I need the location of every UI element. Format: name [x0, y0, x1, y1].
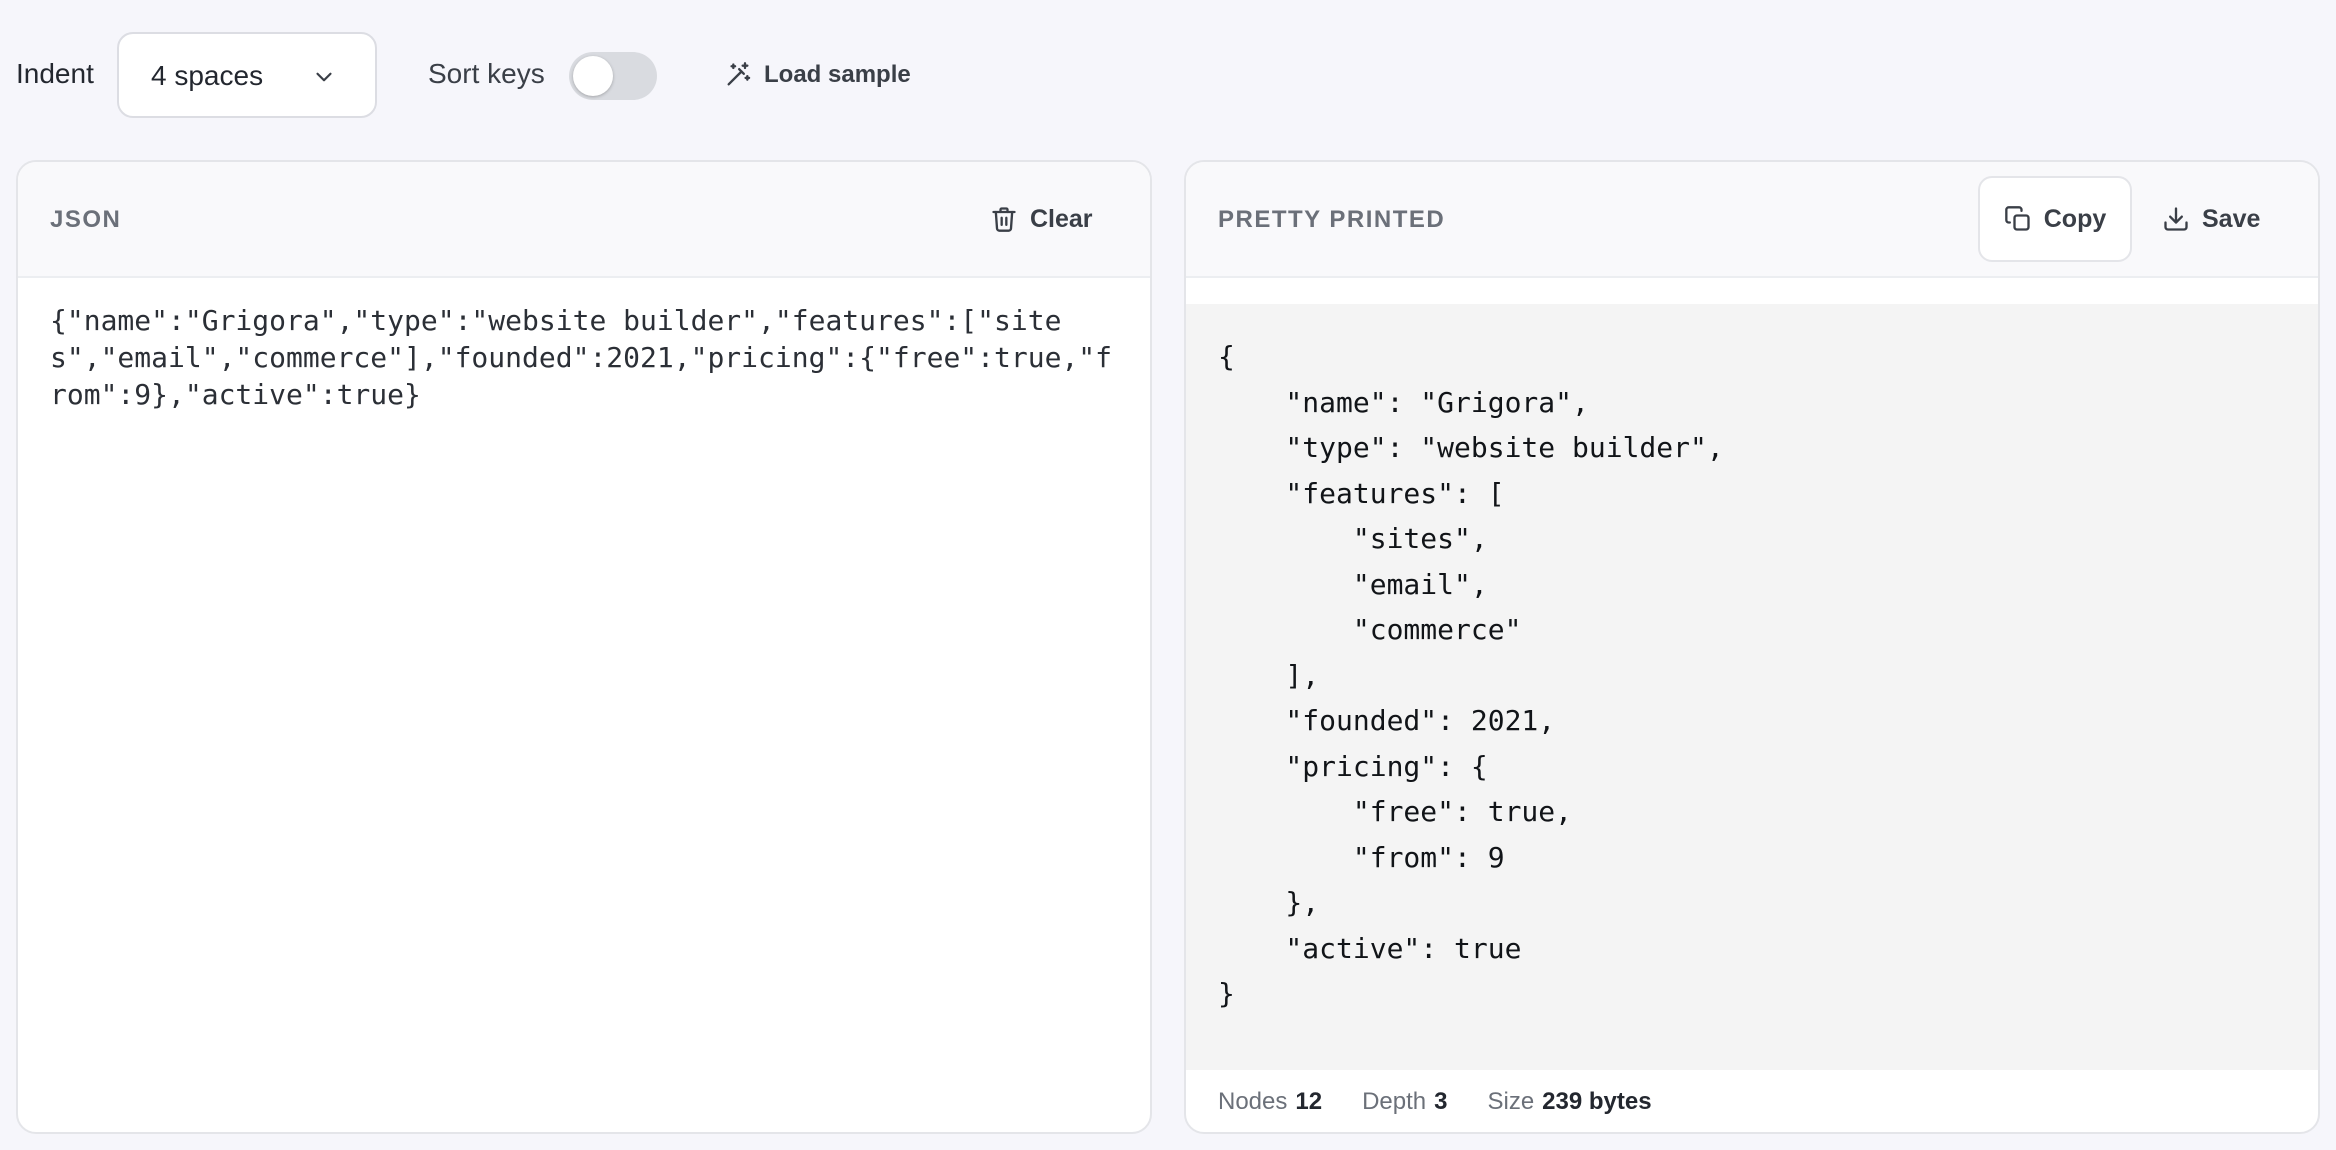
- stat-size-label: Size: [1487, 1088, 1535, 1115]
- input-panel-header: JSON Clear: [18, 162, 1150, 278]
- output-panel-title: PRETTY PRINTED: [1218, 206, 1446, 233]
- stat-size-value: 239 bytes: [1542, 1088, 1652, 1115]
- stat-depth-value: 3: [1434, 1088, 1448, 1115]
- save-label: Save: [2202, 204, 2261, 233]
- magic-wand-icon: [727, 62, 751, 86]
- indent-select-value: 4 spaces: [151, 60, 264, 91]
- clear-label: Clear: [1030, 204, 1093, 233]
- stat-nodes-value: 12: [1295, 1088, 1323, 1115]
- pretty-output-area: { "name": "Grigora", "type": "website bu…: [1186, 304, 2318, 1070]
- toggle-knob: [573, 56, 613, 96]
- stat-depth-label: Depth: [1362, 1088, 1427, 1115]
- stat-nodes-label: Nodes: [1218, 1088, 1288, 1115]
- copy-icon: [2004, 206, 2030, 231]
- input-panel: JSON Clear {"name":"Grigora","type":"web…: [16, 160, 1152, 1134]
- load-sample-label: Load sample: [764, 61, 911, 88]
- stat-depth: Depth 3: [1362, 1088, 1447, 1116]
- save-button[interactable]: Save: [2162, 176, 2260, 262]
- stat-size: Size 239 bytes: [1487, 1088, 1651, 1116]
- output-panel: PRETTY PRINTED Copy Save { "name": "Grig…: [1184, 160, 2320, 1134]
- stats-bar: Nodes 12 Depth 3 Size 239 bytes: [1218, 1088, 1692, 1116]
- sort-keys-toggle[interactable]: [569, 52, 657, 100]
- output-panel-header: PRETTY PRINTED Copy Save: [1186, 162, 2318, 278]
- pretty-output: { "name": "Grigora", "type": "website bu…: [1218, 340, 1724, 1010]
- load-sample-button[interactable]: Load sample: [724, 52, 911, 98]
- clear-button[interactable]: Clear: [990, 176, 1093, 262]
- indent-label: Indent: [16, 58, 94, 89]
- copy-button[interactable]: Copy: [1978, 176, 2132, 262]
- stat-nodes: Nodes 12: [1218, 1088, 1322, 1116]
- toolbar: Indent 4 spaces Sort keys Load sample: [0, 0, 2336, 150]
- download-icon: [2164, 207, 2188, 231]
- trash-icon: [992, 207, 1016, 232]
- json-input[interactable]: {"name":"Grigora","type":"website builde…: [50, 302, 1120, 413]
- chevron-down-icon: [316, 72, 332, 82]
- copy-label: Copy: [2043, 204, 2107, 233]
- sort-keys-label: Sort keys: [428, 58, 545, 89]
- indent-select[interactable]: 4 spaces: [117, 32, 377, 118]
- input-panel-title: JSON: [50, 206, 122, 233]
